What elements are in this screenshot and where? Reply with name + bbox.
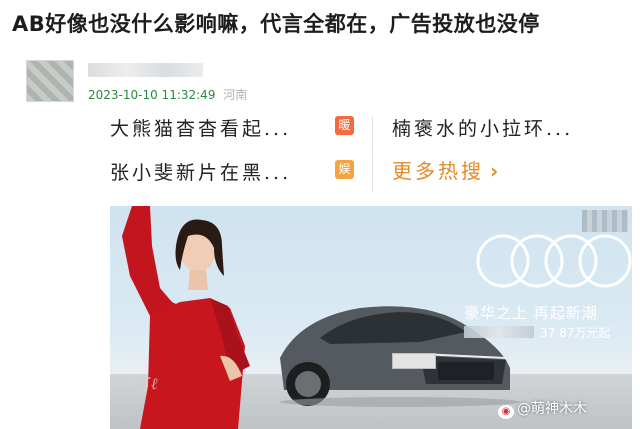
post-meta: 2023-10-10 11:32:49 河南 xyxy=(88,86,247,103)
ad-price: 37.87万元起 xyxy=(540,326,611,340)
weibo-icon: ◉ xyxy=(498,405,514,419)
more-hot-search-link[interactable]: 更多热搜 › xyxy=(392,155,501,184)
watermark: ◉ @萌神木木 xyxy=(498,398,587,419)
chevron-right-icon: › xyxy=(490,159,502,183)
post-headline: AB好像也没什么影响嘛，代言全都在，广告投放也没停 xyxy=(12,12,540,36)
ad-model-illustration xyxy=(122,206,250,429)
hot-search-item-text: 张小斐新片在黑... xyxy=(110,162,292,184)
username-blurred[interactable] xyxy=(88,63,203,77)
ad-image[interactable]: 豪华之上 再起新潮 37.87万元起 ~ ∫ℓ xyxy=(110,206,632,429)
hot-badge-warm: 暖 xyxy=(335,116,354,135)
avatar[interactable] xyxy=(26,60,74,102)
blurred-model-name xyxy=(464,326,534,338)
hot-search-list: 大熊猫杳杳看起... 暖 楠褒水的小拉环... 张小斐新片在黑... 娱 xyxy=(0,110,640,200)
signature-mark: ~ ∫ℓ xyxy=(124,374,158,393)
ad-slogan: 豪华之上 再起新潮 xyxy=(464,304,598,322)
blurred-logo xyxy=(582,210,628,232)
divider xyxy=(372,116,373,192)
hot-search-item-1[interactable]: 大熊猫杳杳看起... xyxy=(110,114,291,141)
watermark-text: @萌神木木 xyxy=(517,401,587,417)
post-time[interactable]: 2023-10-10 11:32:49 xyxy=(88,88,215,102)
more-hot-search-label: 更多热搜 xyxy=(392,159,484,183)
four-rings-logo xyxy=(476,234,632,288)
post-location: 河南 xyxy=(223,88,248,102)
hot-search-item-text: 楠褒水的小拉环... xyxy=(392,118,574,140)
hot-search-item-text: 大熊猫杳杳看起... xyxy=(110,118,292,140)
hot-search-item-2[interactable]: 楠褒水的小拉环... xyxy=(392,114,573,141)
license-plate-blurred xyxy=(392,353,436,369)
hot-badge-entertainment: 娱 xyxy=(335,160,354,179)
hot-search-item-3[interactable]: 张小斐新片在黑... xyxy=(110,158,291,185)
